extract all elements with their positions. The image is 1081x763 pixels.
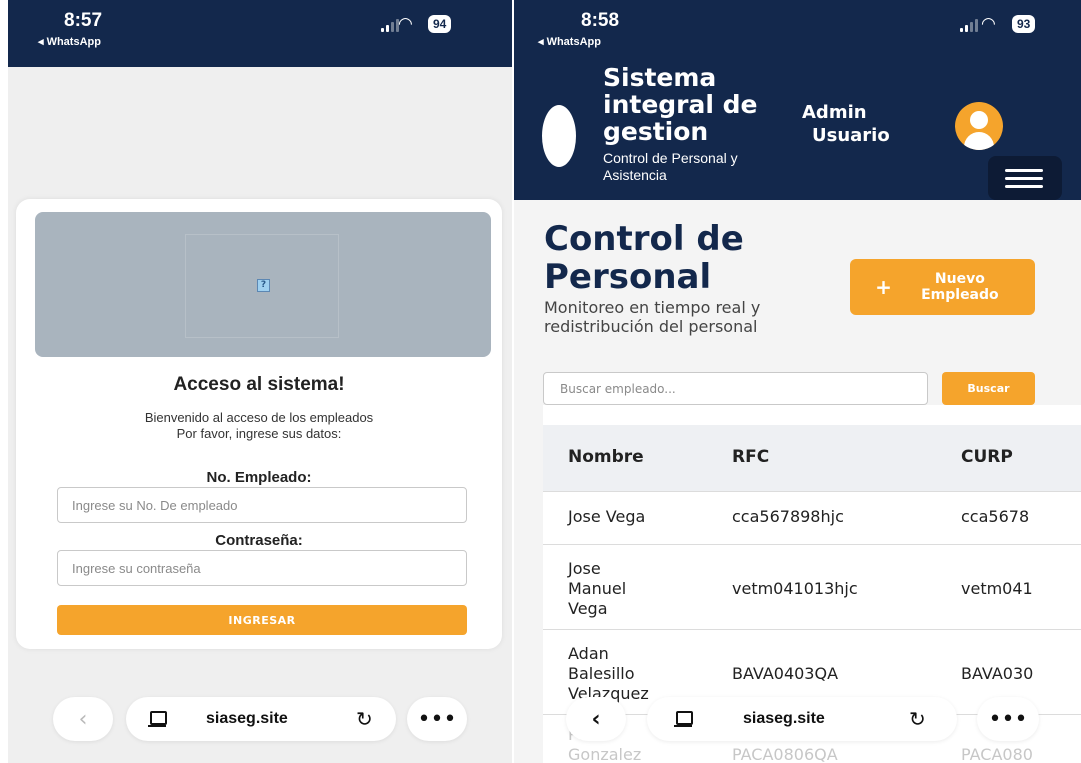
status-bar: 8:58 ◂ WhatsApp ◠ 93 (514, 0, 1081, 67)
browser-back-icon[interactable]: ‹ (566, 697, 626, 741)
status-time: 8:57 (64, 10, 103, 31)
new-employee-button[interactable]: + Nuevo Empleado (850, 259, 1035, 315)
user-avatar-icon[interactable] (955, 102, 1003, 150)
reload-icon[interactable]: ↻ (356, 707, 373, 731)
plus-icon: + (875, 275, 892, 299)
password-input[interactable] (57, 550, 467, 586)
broken-image-icon: ? (257, 279, 270, 292)
cell-nombre: Adan Balesillo Velazquez (568, 644, 649, 703)
browser-address-bar[interactable]: siaseg.site ↻ (126, 697, 396, 741)
wifi-icon: ◠ (398, 14, 413, 34)
battery-icon: 94 (428, 15, 452, 33)
left-phone-screen: 8:57 ◂ WhatsApp ◠ 94 ? Acceso al sistema… (8, 0, 512, 763)
signal-icon (381, 18, 399, 32)
new-employee-label: Nuevo Empleado (921, 271, 999, 303)
battery-icon: 93 (1012, 15, 1036, 33)
browser-address-bar[interactable]: siaseg.site ↻ (647, 697, 957, 741)
cell-rfc: PACA0806QA (732, 745, 838, 763)
page-title: Control de Personal (544, 219, 744, 297)
column-header-rfc[interactable]: RFC (732, 447, 769, 467)
cell-curp: BAVA030 (961, 664, 1034, 683)
search-button[interactable]: Buscar (942, 372, 1035, 405)
user-label: Usuario (812, 125, 890, 146)
page-subtitle: Monitoreo en tiempo real y redistribució… (544, 298, 761, 336)
cell-rfc: vetm041013hjc (732, 579, 858, 598)
search-input[interactable] (543, 372, 928, 405)
cell-curp: cca5678 (961, 507, 1030, 526)
cell-rfc: BAVA0403QA (732, 664, 839, 683)
user-name: Admin Usuario (802, 101, 890, 147)
address-url: siaseg.site (743, 710, 825, 727)
more-options-icon[interactable]: ••• (407, 697, 467, 741)
reload-icon[interactable]: ↻ (909, 707, 926, 731)
login-button[interactable]: INGRESAR (57, 605, 467, 635)
right-phone-screen: 8:58 ◂ WhatsApp ◠ 93 Sistema integral de… (514, 0, 1081, 763)
login-title: Acceso al sistema! (173, 374, 345, 395)
hamburger-menu-icon[interactable] (988, 156, 1062, 200)
welcome-text: Bienvenido al acceso de los empleados (144, 410, 374, 425)
back-to-whatsapp[interactable]: ◂ WhatsApp (538, 35, 601, 48)
back-to-whatsapp[interactable]: ◂ WhatsApp (38, 35, 101, 48)
logo (542, 105, 576, 167)
wifi-icon: ◠ (981, 14, 996, 34)
cell-nombre: Jose Vega (568, 507, 646, 526)
image-placeholder: ? (185, 234, 339, 338)
browser-back-icon[interactable]: ‹ (53, 697, 113, 741)
cell-nombre: Jose Manuel Vega (568, 559, 627, 618)
app-title: Sistema integral de gestion (603, 63, 758, 146)
column-header-nombre[interactable]: Nombre (568, 447, 644, 467)
login-card: ? Acceso al sistema! Bienvenido al acces… (16, 199, 502, 649)
employee-number-label: No. Empleado: (206, 469, 312, 486)
signal-icon (960, 18, 978, 32)
column-header-curp[interactable]: CURP (961, 447, 1013, 467)
status-bar: 8:57 ◂ WhatsApp ◠ 94 (8, 0, 512, 67)
instruction-text: Por favor, ingrese sus datos: (176, 426, 342, 441)
status-time: 8:58 (581, 10, 620, 31)
address-url: siaseg.site (206, 710, 288, 727)
more-options-icon[interactable]: ••• (977, 697, 1039, 741)
tabs-icon[interactable] (148, 710, 167, 728)
cell-curp: vetm041 (961, 579, 1033, 598)
password-label: Contraseña: (215, 532, 303, 549)
app-header: Sistema integral de gestion Control de P… (514, 63, 1081, 200)
cell-rfc: cca567898hjc (732, 507, 844, 526)
tabs-icon[interactable] (674, 710, 693, 728)
cell-curp: PACA080 (961, 745, 1033, 763)
app-subtitle: Control de Personal y Asistencia (603, 150, 738, 183)
employee-number-input[interactable] (57, 487, 467, 523)
login-image: ? (35, 212, 491, 357)
user-role: Admin (802, 102, 867, 123)
